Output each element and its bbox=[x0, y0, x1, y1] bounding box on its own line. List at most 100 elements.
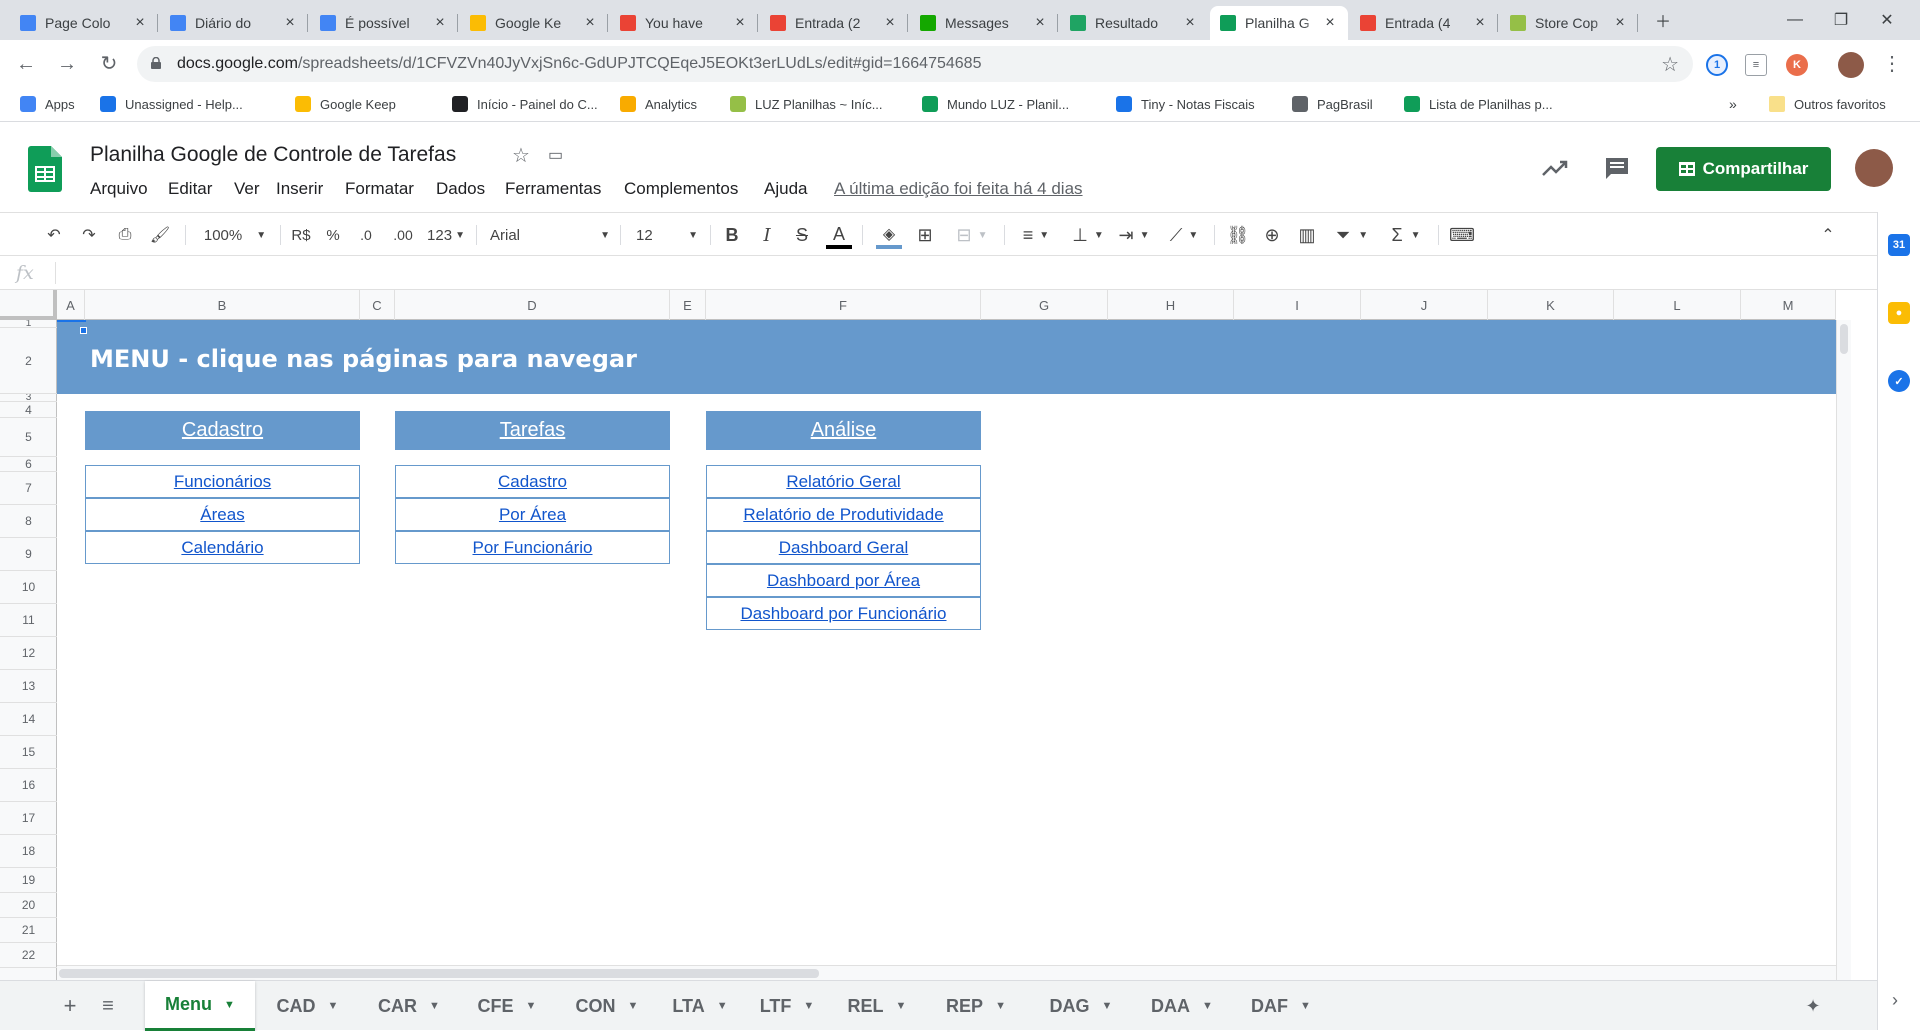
decrease-decimals-button[interactable]: .0 bbox=[353, 223, 379, 247]
close-tab-icon[interactable]: × bbox=[582, 14, 598, 32]
redo-icon[interactable]: ↷ bbox=[77, 223, 101, 247]
column-header[interactable]: F bbox=[706, 290, 981, 320]
link-dashboard-por-funcionario[interactable]: Dashboard por Funcionário bbox=[706, 597, 981, 630]
section-header-cadastro[interactable]: Cadastro bbox=[85, 411, 360, 450]
link-funcionarios[interactable]: Funcionários bbox=[85, 465, 360, 498]
row-header[interactable]: 17 bbox=[0, 802, 57, 835]
column-header[interactable]: I bbox=[1234, 290, 1361, 320]
link-relatorio-geral[interactable]: Relatório Geral bbox=[706, 465, 981, 498]
browser-tab[interactable]: Messages × bbox=[910, 6, 1058, 40]
menu-item[interactable]: Inserir bbox=[276, 179, 323, 199]
bookmark-item[interactable]: Analytics bbox=[620, 96, 697, 112]
address-bar[interactable]: docs.google.com/spreadsheets/d/1CFVZVn40… bbox=[137, 46, 1693, 82]
close-tab-icon[interactable]: × bbox=[1322, 14, 1338, 32]
collapse-menus-icon[interactable]: ⌃ bbox=[1816, 223, 1840, 247]
menu-item[interactable]: Formatar bbox=[345, 179, 414, 199]
menu-item[interactable]: Complementos bbox=[624, 179, 738, 199]
sheet-tab-caret-icon[interactable]: ▼ bbox=[803, 1000, 814, 1012]
explore-icon[interactable]: ✦ bbox=[1796, 981, 1830, 1031]
horizontal-scrollbar[interactable] bbox=[57, 965, 1836, 980]
comments-icon[interactable] bbox=[1604, 156, 1630, 180]
close-tab-icon[interactable]: × bbox=[882, 14, 898, 32]
vertical-align-icon[interactable]: ⊥ ▼ bbox=[1068, 223, 1108, 247]
tasks-icon[interactable]: ✓ bbox=[1888, 370, 1910, 392]
sheet-tab-caret-icon[interactable]: ▼ bbox=[628, 1000, 639, 1012]
sheet-tab-caret-icon[interactable]: ▼ bbox=[429, 1000, 440, 1012]
bookmark-item[interactable]: Apps bbox=[20, 96, 75, 112]
text-wrapping-icon[interactable]: ⇥ ▼ bbox=[1114, 223, 1154, 247]
fill-handle[interactable] bbox=[80, 327, 87, 334]
notes-extension-icon[interactable]: ≡ bbox=[1745, 54, 1767, 76]
functions-icon[interactable]: Σ ▼ bbox=[1384, 223, 1428, 247]
sheet-tab-caret-icon[interactable]: ▼ bbox=[328, 1000, 339, 1012]
sheet-tab-caret-icon[interactable]: ▼ bbox=[1102, 1000, 1113, 1012]
sheet-tab-caret-icon[interactable]: ▼ bbox=[717, 1000, 728, 1012]
close-window-icon[interactable]: ✕ bbox=[1864, 0, 1910, 40]
sheet-tab[interactable]: CFE ▼ bbox=[458, 981, 556, 1031]
bookmark-item[interactable]: Unassigned - Help... bbox=[100, 96, 243, 112]
column-header[interactable]: G bbox=[981, 290, 1108, 320]
bookmarks-overflow-icon[interactable]: » bbox=[1729, 96, 1737, 112]
insert-link-icon[interactable]: ⛓ bbox=[1225, 223, 1251, 247]
profile-avatar-icon[interactable] bbox=[1838, 52, 1864, 78]
print-icon[interactable]: ⎙ bbox=[113, 223, 137, 247]
bookmark-item[interactable]: Lista de Planilhas p... bbox=[1404, 96, 1553, 112]
row-header[interactable]: 16 bbox=[0, 769, 57, 802]
italic-icon[interactable]: I bbox=[755, 223, 779, 247]
last-edit-link[interactable]: A última edição foi feita há 4 dias bbox=[834, 179, 1083, 199]
restore-icon[interactable]: ❐ bbox=[1818, 0, 1864, 40]
share-button[interactable]: Compartilhar bbox=[1656, 147, 1831, 191]
row-header[interactable]: 10 bbox=[0, 571, 57, 604]
row-header[interactable]: 13 bbox=[0, 670, 57, 703]
column-header[interactable]: D bbox=[395, 290, 670, 320]
move-folder-icon[interactable]: ▭ bbox=[548, 145, 563, 165]
filter-icon[interactable]: ⏷ ▼ bbox=[1330, 223, 1374, 247]
insert-chart-icon[interactable]: ▥ bbox=[1295, 223, 1319, 247]
browser-tab[interactable]: Page Colo × bbox=[10, 6, 158, 40]
input-tools-icon[interactable]: ⌨ bbox=[1449, 223, 1475, 247]
menu-item[interactable]: Arquivo bbox=[90, 179, 148, 199]
bookmark-item[interactable]: Google Keep bbox=[295, 96, 396, 112]
column-header[interactable]: B bbox=[85, 290, 360, 320]
row-header[interactable]: 1 bbox=[0, 320, 57, 328]
percent-format-button[interactable]: % bbox=[321, 223, 345, 247]
browser-tab[interactable]: Entrada (2 × bbox=[760, 6, 908, 40]
document-title[interactable]: Planilha Google de Controle de Tarefas bbox=[90, 143, 456, 167]
sheet-tab[interactable]: CON ▼ bbox=[556, 981, 658, 1031]
column-header[interactable]: J bbox=[1361, 290, 1488, 320]
column-header[interactable]: K bbox=[1488, 290, 1614, 320]
close-tab-icon[interactable]: × bbox=[1472, 14, 1488, 32]
browser-tab[interactable]: É possível × bbox=[310, 6, 458, 40]
bold-icon[interactable]: B bbox=[720, 223, 744, 247]
paint-format-icon[interactable]: 🖌 bbox=[148, 223, 172, 247]
close-tab-icon[interactable]: × bbox=[282, 14, 298, 32]
borders-icon[interactable]: ⊞ bbox=[913, 223, 937, 247]
minimize-icon[interactable]: — bbox=[1772, 0, 1818, 40]
account-avatar[interactable] bbox=[1855, 149, 1893, 187]
font-family-select[interactable]: Arial ▼ bbox=[490, 223, 610, 247]
activity-trend-icon[interactable] bbox=[1542, 159, 1568, 177]
keep-icon[interactable]: ● bbox=[1888, 302, 1910, 324]
row-header[interactable]: 15 bbox=[0, 736, 57, 769]
menu-item[interactable]: Editar bbox=[168, 179, 212, 199]
sheet-tab[interactable]: LTF ▼ bbox=[742, 981, 832, 1031]
link-dashboard-geral[interactable]: Dashboard Geral bbox=[706, 531, 981, 564]
browser-tab[interactable]: You have × bbox=[610, 6, 758, 40]
browser-tab[interactable]: Resultado × bbox=[1060, 6, 1208, 40]
row-header[interactable]: 11 bbox=[0, 604, 57, 637]
browser-tab[interactable]: Store Cop × bbox=[1500, 6, 1638, 40]
strikethrough-icon[interactable]: S bbox=[790, 223, 814, 247]
select-all-corner[interactable] bbox=[0, 290, 57, 320]
browser-tab[interactable]: Google Ke × bbox=[460, 6, 608, 40]
increase-decimals-button[interactable]: .00 bbox=[390, 223, 416, 247]
browser-menu-icon[interactable]: ⋮ bbox=[1880, 52, 1904, 76]
link-areas[interactable]: Áreas bbox=[85, 498, 360, 531]
row-header[interactable]: 9 bbox=[0, 538, 57, 571]
close-tab-icon[interactable]: × bbox=[1612, 14, 1628, 32]
bookmark-item[interactable]: LUZ Planilhas ~ Iníc... bbox=[730, 96, 883, 112]
sheet-tab-caret-icon[interactable]: ▼ bbox=[1300, 1000, 1311, 1012]
column-header[interactable]: H bbox=[1108, 290, 1234, 320]
sheets-logo-icon[interactable] bbox=[28, 146, 62, 192]
k-extension-icon[interactable]: K bbox=[1786, 54, 1808, 76]
merge-cells-icon[interactable]: ⊟ ▼ bbox=[950, 223, 994, 247]
